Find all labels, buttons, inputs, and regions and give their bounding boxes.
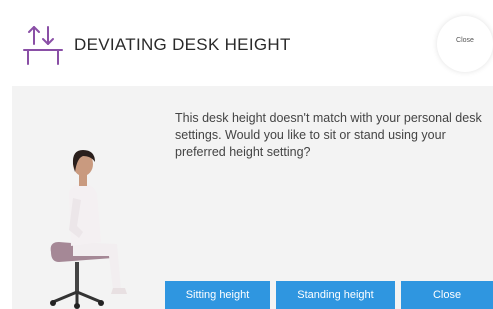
desk-height-icon: [23, 26, 63, 65]
seated-person-illustration: [50, 150, 127, 309]
sitting-height-button[interactable]: Sitting height: [165, 281, 270, 309]
dialog-body: This desk height doesn't match with your…: [12, 86, 493, 309]
dialog-header: DEVIATING DESK HEIGHT Close: [0, 0, 493, 86]
dialog-message: This desk height doesn't match with your…: [175, 111, 482, 159]
dialog-title: DEVIATING DESK HEIGHT: [74, 35, 291, 54]
close-button[interactable]: Close: [401, 281, 493, 309]
close-circle-button[interactable]: Close: [437, 16, 493, 72]
close-circle-label: Close: [456, 37, 474, 44]
standing-height-button[interactable]: Standing height: [276, 281, 395, 309]
